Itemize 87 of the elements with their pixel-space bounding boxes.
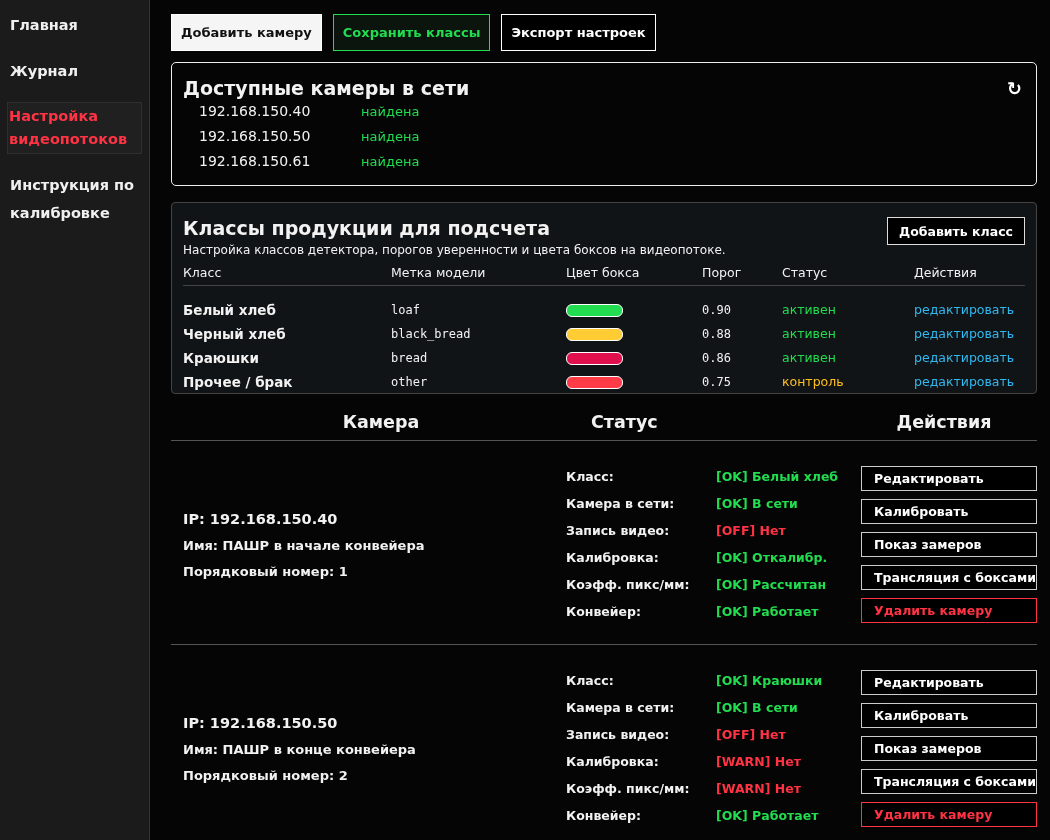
sidebar-item[interactable]: Настройка видеопотоков xyxy=(7,102,142,154)
status-label: Запись видео: xyxy=(566,726,671,744)
class-name: Краюшки xyxy=(183,349,260,368)
camera-status: найдена xyxy=(361,153,420,171)
class-status: активен xyxy=(782,301,837,319)
action-button[interactable]: Редактировать xyxy=(861,670,1037,695)
action-button[interactable]: Калибровать xyxy=(861,499,1037,524)
camera-order: Порядковый номер: 1 xyxy=(183,563,349,579)
camera-ip: 192.168.150.40 xyxy=(199,102,312,121)
class-status: контроль xyxy=(782,373,845,391)
column-header: Действия xyxy=(895,412,993,432)
status-label: Класс: xyxy=(566,672,615,690)
status-value: [WARN] Нет xyxy=(716,780,802,798)
status-label: Запись видео: xyxy=(566,522,671,540)
class-status: активен xyxy=(782,349,837,367)
camera-ip: 192.168.150.50 xyxy=(199,127,312,146)
action-button[interactable]: Показ замеров xyxy=(861,736,1037,761)
action-button[interactable]: Показ замеров xyxy=(861,532,1037,557)
status-value: [OK] Откалибр. xyxy=(716,549,829,567)
status-label: Конвейер: xyxy=(566,603,642,621)
camera-name: Имя: ПАШР в начале конвейера xyxy=(183,537,426,553)
model-label: other xyxy=(391,374,429,391)
camera-order: Порядковый номер: 2 xyxy=(183,767,349,783)
toolbar-button[interactable]: Экспорт настроек xyxy=(501,14,656,51)
action-button[interactable]: Калибровать xyxy=(861,703,1037,728)
column-header: Камера xyxy=(341,412,421,432)
edit-link[interactable]: редактировать xyxy=(914,370,1025,393)
status-value: [OK] Белый хлеб xyxy=(716,468,840,486)
class-name: Белый хлеб xyxy=(183,301,277,320)
status-label: Конвейер: xyxy=(566,807,642,825)
status-label: Калибровка: xyxy=(566,549,660,567)
status-value: [OK] В сети xyxy=(716,495,799,513)
column-header: Класс xyxy=(183,265,223,280)
camera-status: найдена xyxy=(361,103,420,121)
action-button[interactable]: Трансляция с боксами xyxy=(861,565,1037,590)
class-name: Черный хлеб xyxy=(183,325,287,344)
camera-ip: 192.168.150.61 xyxy=(199,152,312,171)
column-header: Цвет бокса xyxy=(566,265,641,280)
status-value: [OFF] Нет xyxy=(716,726,787,744)
action-button[interactable]: Редактировать xyxy=(861,466,1037,491)
threshold-value: 0.90 xyxy=(702,302,732,319)
panel-title: Классы продукции для подсчета xyxy=(183,217,551,239)
sidebar-item[interactable]: Главная xyxy=(7,10,142,40)
status-value: [OK] В сети xyxy=(716,699,799,717)
camera-ip: IP: 192.168.150.50 xyxy=(183,714,339,731)
status-value: [OK] Работает xyxy=(716,807,820,825)
panel-subtitle: Настройка классов детектора, порогов уверенности и цвета боксов на видеопотоке. xyxy=(183,243,726,257)
status-value: [OK] Краюшки xyxy=(716,672,824,690)
status-value: [WARN] Нет xyxy=(716,753,802,771)
action-button[interactable]: Удалить камеру xyxy=(861,598,1037,623)
add-class-button[interactable]: Добавить класс xyxy=(887,217,1025,245)
status-value: [OFF] Нет xyxy=(716,522,787,540)
column-header: Статус xyxy=(782,265,829,280)
status-label: Коэфф. пикс/мм: xyxy=(566,780,691,798)
column-header: Метка модели xyxy=(391,265,487,280)
threshold-value: 0.88 xyxy=(702,326,732,343)
status-label: Камера в сети: xyxy=(566,699,676,717)
edit-link[interactable]: редактировать xyxy=(914,322,1025,346)
edit-link[interactable]: редактировать xyxy=(914,346,1025,370)
action-button[interactable]: Удалить камеру xyxy=(861,802,1037,827)
toolbar-button[interactable]: Сохранить классы xyxy=(332,14,491,51)
column-header: Действия xyxy=(914,265,978,280)
camera-status: найдена xyxy=(361,128,420,146)
threshold-value: 0.86 xyxy=(702,350,732,367)
camera-ip: IP: 192.168.150.40 xyxy=(183,510,339,527)
panel-title: Доступные камеры в сети xyxy=(183,77,470,99)
sidebar-item[interactable]: Журнал xyxy=(7,56,142,86)
model-label: black_bread xyxy=(391,326,472,343)
status-label: Класс: xyxy=(566,468,615,486)
toolbar-button[interactable]: Добавить камеру xyxy=(171,14,322,51)
model-label: bread xyxy=(391,350,429,367)
class-name: Прочее / брак xyxy=(183,373,294,392)
sidebar-item[interactable]: Инструкция по калибровке xyxy=(7,170,142,228)
status-label: Калибровка: xyxy=(566,753,660,771)
status-value: [OK] Рассчитан xyxy=(716,576,828,594)
refresh-button[interactable]: ↻ xyxy=(1003,77,1025,99)
threshold-value: 0.75 xyxy=(702,374,732,391)
action-button[interactable]: Трансляция с боксами xyxy=(861,769,1037,794)
class-status: активен xyxy=(782,325,837,343)
column-header: Статус xyxy=(591,412,659,432)
status-value: [OK] Работает xyxy=(716,603,820,621)
camera-name: Имя: ПАШР в конце конвейера xyxy=(183,741,417,757)
column-header: Порог xyxy=(702,265,743,280)
status-label: Коэфф. пикс/мм: xyxy=(566,576,691,594)
edit-link[interactable]: редактировать xyxy=(914,298,1025,322)
status-label: Камера в сети: xyxy=(566,495,676,513)
model-label: loaf xyxy=(391,302,421,319)
